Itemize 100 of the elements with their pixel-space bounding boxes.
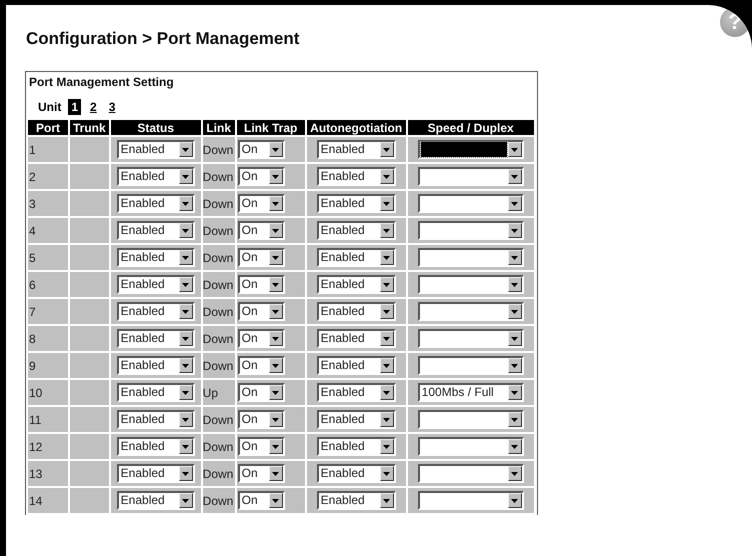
table-cell [70,245,109,270]
caret-icon [182,310,190,314]
caret-icon [182,228,190,232]
dropdown[interactable]: Enabled [316,167,396,186]
dropdown[interactable]: On [238,302,285,321]
table-cell: 10 [28,380,68,405]
caret-icon [182,148,190,152]
caret-icon [272,310,280,314]
dropdown[interactable]: Enabled [116,356,195,375]
table-cell: 1 [28,137,68,162]
dropdown[interactable]: Enabled [316,356,396,375]
table-cell [70,353,109,378]
dropdown[interactable]: Enabled [116,329,195,348]
caret-icon [182,472,190,476]
table-cell: 14 [28,488,68,513]
caret-icon [182,256,190,260]
caret-icon [272,256,280,260]
dropdown[interactable]: Enabled [316,194,396,213]
dropdown[interactable]: Enabled [316,140,396,159]
caret-icon [511,310,518,314]
dropdown[interactable] [418,221,524,240]
table-cell: Down [202,488,235,513]
dropdown[interactable] [418,248,524,267]
caret-icon [182,418,190,422]
dropdown[interactable]: Enabled [116,248,195,267]
dropdown[interactable]: Enabled [116,140,195,159]
dropdown[interactable]: On [238,194,285,213]
dropdown[interactable]: On [238,491,285,510]
dropdown[interactable]: Enabled [316,437,396,456]
dropdown[interactable]: Enabled [316,329,396,348]
dropdown[interactable]: On [238,437,285,456]
dropdown[interactable]: Enabled [116,221,195,240]
dropdown[interactable]: 100Mbs / Full [418,383,524,402]
unit-link[interactable]: 3 [106,99,118,115]
dropdown[interactable]: On [238,248,285,267]
dropdown[interactable]: Enabled [116,437,195,456]
dropdown[interactable] [418,167,524,186]
dropdown[interactable]: Enabled [316,491,396,510]
unit-link[interactable]: 2 [87,99,100,115]
caret-icon [511,364,518,368]
caret-icon [272,282,280,286]
dropdown[interactable]: On [238,356,285,375]
dropdown[interactable] [418,275,524,294]
dropdown[interactable]: On [238,140,285,159]
dropdown[interactable]: Enabled [116,410,195,429]
caret-icon [511,174,518,178]
dropdown[interactable]: Enabled [116,275,195,294]
unit-link[interactable]: 1 [68,99,82,115]
dropdown[interactable]: Enabled [116,464,195,483]
caret-icon [272,364,280,368]
caret-icon [511,202,518,206]
dropdown[interactable]: On [238,464,285,483]
table-cell: 9 [28,353,68,378]
caret-icon [383,202,390,206]
dropdown[interactable]: Enabled [116,383,195,402]
dropdown[interactable] [418,194,524,213]
dropdown[interactable]: On [238,221,285,240]
dropdown[interactable]: Enabled [316,383,396,402]
table-cell: 4 [28,218,68,243]
dropdown[interactable]: Enabled [116,194,195,213]
dropdown[interactable]: Enabled [316,248,396,267]
dropdown[interactable]: On [238,383,285,402]
dropdown[interactable]: Enabled [316,302,396,321]
dropdown[interactable] [418,491,524,510]
table-cell: Down [202,218,235,243]
dropdown[interactable]: Enabled [316,410,396,429]
caret-icon [182,498,190,502]
dropdown[interactable] [418,140,524,159]
caret-icon [511,418,518,422]
dropdown[interactable] [418,329,524,348]
dropdown[interactable] [418,410,524,429]
caret-icon [182,282,190,286]
dropdown[interactable]: On [238,329,285,348]
dropdown[interactable]: Enabled [316,464,396,483]
dropdown[interactable]: On [238,275,285,294]
table-cell: 8 [28,326,68,351]
dropdown[interactable]: On [238,167,285,186]
dropdown[interactable] [418,302,524,321]
column-header: Speed / Duplex [408,120,534,135]
caret-icon [383,336,390,340]
column-header: Trunk [70,120,109,135]
caret-icon [383,418,390,422]
table-cell: Down [202,164,235,189]
dropdown[interactable] [418,464,524,483]
dropdown[interactable]: Enabled [116,167,195,186]
dropdown[interactable]: On [238,410,285,429]
dropdown[interactable] [418,356,524,375]
table-cell: Down [202,434,235,459]
dropdown[interactable]: Enabled [316,221,396,240]
caret-icon [511,282,518,286]
caret-icon [511,228,518,232]
table-cell: Down [202,299,235,324]
dropdown[interactable]: Enabled [116,302,195,321]
caret-icon [511,256,518,260]
dropdown[interactable]: Enabled [316,275,396,294]
table-cell: 3 [28,191,68,216]
dropdown[interactable] [418,437,524,456]
caret-icon [272,444,280,448]
dropdown[interactable]: Enabled [116,491,195,510]
caret-icon [272,472,280,476]
